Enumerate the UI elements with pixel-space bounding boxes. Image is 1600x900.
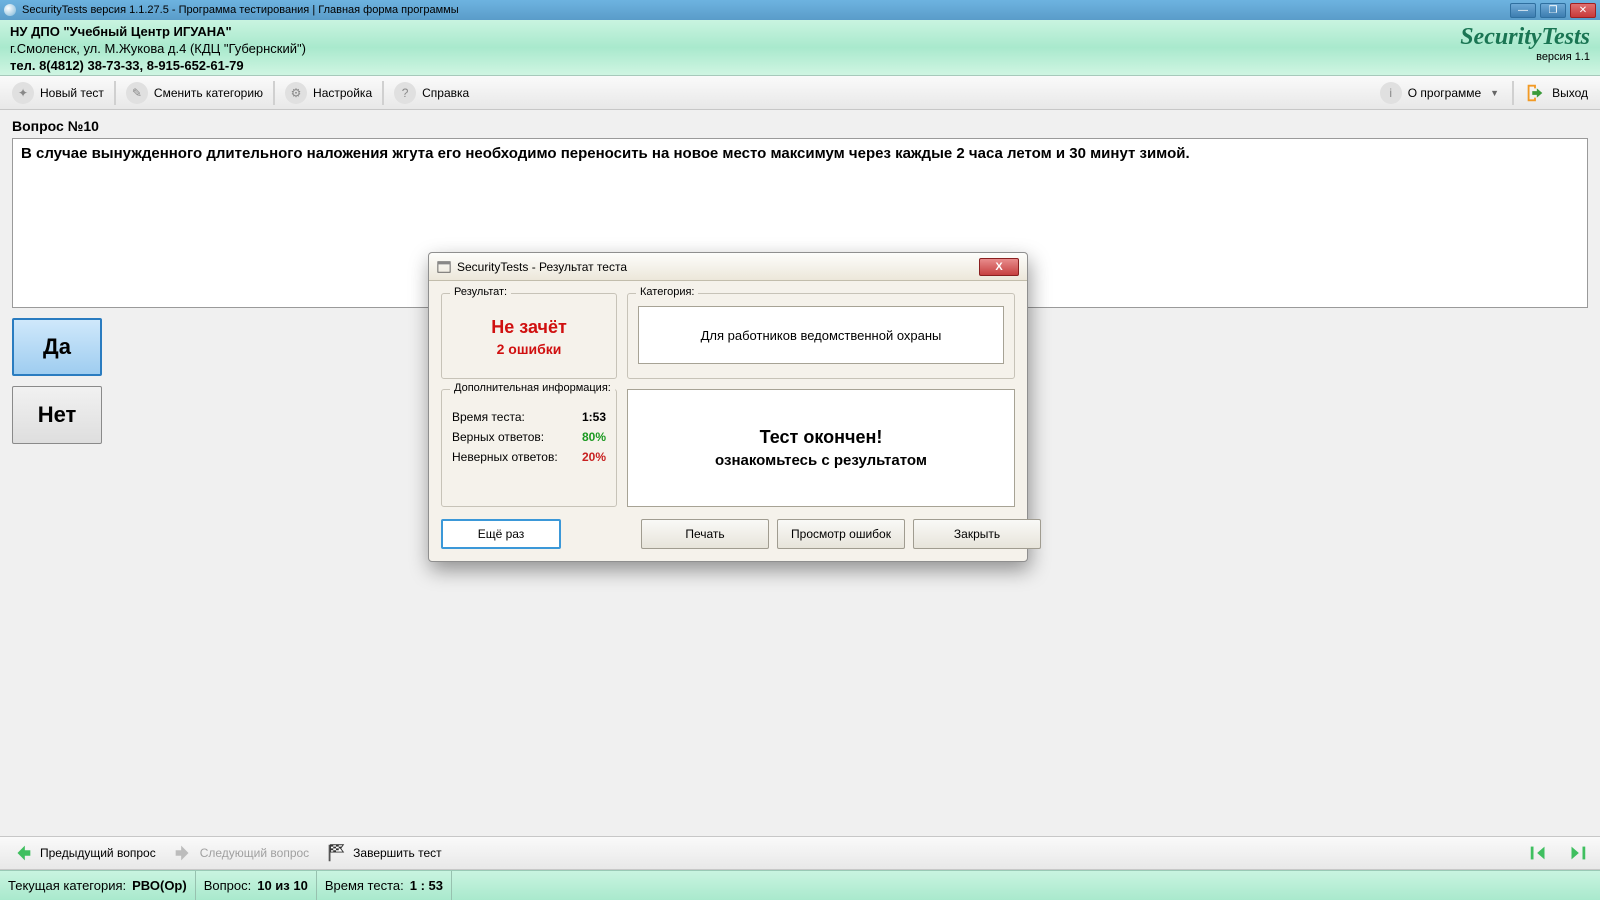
finish-test-button[interactable]: Завершить тест bbox=[317, 839, 449, 867]
new-test-icon: ✦ bbox=[12, 82, 34, 104]
status-cat-value: РВО(Ор) bbox=[132, 878, 187, 893]
window-titlebar: SecurityTests версия 1.1.27.5 - Программ… bbox=[0, 0, 1600, 20]
org-name: НУ ДПО "Учебный Центр ИГУАНА" bbox=[10, 24, 306, 41]
dialog-title: SecurityTests - Результат теста bbox=[457, 260, 627, 274]
status-cat-label: Текущая категория: bbox=[8, 878, 126, 893]
close-button[interactable]: ✕ bbox=[1570, 3, 1596, 18]
nav-toolbar: Предыдущий вопрос Следующий вопрос Завер… bbox=[0, 836, 1600, 870]
app-logo: SecurityTests bbox=[1460, 24, 1590, 51]
info-group: Дополнительная информация: Время теста: … bbox=[441, 389, 617, 507]
finished-subtitle: ознакомьтесь с результатом bbox=[715, 452, 927, 469]
category-value: Для работников ведомственной охраны bbox=[638, 306, 1004, 364]
exit-button[interactable]: Выход bbox=[1516, 79, 1596, 107]
maximize-button[interactable]: ❐ bbox=[1540, 3, 1566, 18]
wrong-label: Неверных ответов: bbox=[452, 450, 558, 464]
first-button[interactable] bbox=[1520, 839, 1558, 867]
category-legend: Категория: bbox=[636, 286, 698, 298]
arrow-right-icon bbox=[172, 842, 194, 864]
correct-label: Верных ответов: bbox=[452, 430, 544, 444]
main-toolbar: ✦ Новый тест ✎ Сменить категорию ⚙ Настр… bbox=[0, 76, 1600, 110]
finished-title: Тест окончен! bbox=[760, 427, 883, 448]
change-category-button[interactable]: ✎ Сменить категорию bbox=[118, 79, 271, 107]
help-label: Справка bbox=[422, 86, 469, 100]
last-icon bbox=[1566, 842, 1588, 864]
info-legend: Дополнительная информация: bbox=[450, 382, 615, 394]
exit-label: Выход bbox=[1552, 86, 1588, 100]
answer-yes-label: Да bbox=[43, 334, 71, 360]
correct-value: 80% bbox=[582, 430, 606, 444]
print-button[interactable]: Печать bbox=[641, 519, 769, 549]
dialog-close-button[interactable]: X bbox=[979, 258, 1019, 276]
dialog-icon bbox=[437, 260, 451, 274]
pencil-icon: ✎ bbox=[126, 82, 148, 104]
result-group: Результат: Не зачёт 2 ошибки bbox=[441, 293, 617, 379]
finish-label: Завершить тест bbox=[353, 846, 441, 860]
prev-question-button[interactable]: Предыдущий вопрос bbox=[4, 839, 164, 867]
time-value: 1:53 bbox=[582, 410, 606, 424]
dropdown-icon: ▼ bbox=[1487, 88, 1502, 98]
error-count: 2 ошибки bbox=[497, 341, 562, 357]
next-question-button[interactable]: Следующий вопрос bbox=[164, 839, 317, 867]
time-label: Время теста: bbox=[452, 410, 525, 424]
answer-no-label: Нет bbox=[38, 402, 77, 428]
status-q-label: Вопрос: bbox=[204, 878, 252, 893]
verdict-text: Не зачёт bbox=[491, 317, 567, 338]
minimize-button[interactable]: — bbox=[1510, 3, 1536, 18]
settings-label: Настройка bbox=[313, 86, 372, 100]
help-button[interactable]: ? Справка bbox=[386, 79, 477, 107]
org-address: г.Смоленск, ул. М.Жукова д.4 (КДЦ "Губер… bbox=[10, 41, 306, 58]
new-test-button[interactable]: ✦ Новый тест bbox=[4, 79, 112, 107]
finish-panel: Тест окончен! ознакомьтесь с результатом bbox=[627, 389, 1015, 507]
status-time-label: Время теста: bbox=[325, 878, 404, 893]
exit-icon bbox=[1524, 82, 1546, 104]
wrong-value: 20% bbox=[582, 450, 606, 464]
gear-icon: ⚙ bbox=[285, 82, 307, 104]
result-dialog: SecurityTests - Результат теста X Резуль… bbox=[428, 252, 1028, 562]
settings-button[interactable]: ⚙ Настройка bbox=[277, 79, 380, 107]
close-dialog-button[interactable]: Закрыть bbox=[913, 519, 1041, 549]
first-icon bbox=[1528, 842, 1550, 864]
org-phone: тел. 8(4812) 38-73-33, 8-915-652-61-79 bbox=[10, 58, 306, 75]
new-test-label: Новый тест bbox=[40, 86, 104, 100]
answer-yes-button[interactable]: Да bbox=[12, 318, 102, 376]
flag-icon bbox=[325, 842, 347, 864]
last-button[interactable] bbox=[1558, 839, 1596, 867]
about-label: О программе bbox=[1408, 86, 1481, 100]
status-q-value: 10 из 10 bbox=[257, 878, 308, 893]
info-icon: i bbox=[1380, 82, 1402, 104]
view-errors-button[interactable]: Просмотр ошибок bbox=[777, 519, 905, 549]
org-header: НУ ДПО "Учебный Центр ИГУАНА" г.Смоленск… bbox=[0, 20, 1600, 76]
dialog-titlebar: SecurityTests - Результат теста X bbox=[429, 253, 1027, 281]
arrow-left-icon bbox=[12, 842, 34, 864]
app-icon bbox=[4, 4, 16, 16]
answer-no-button[interactable]: Нет bbox=[12, 386, 102, 444]
result-legend: Результат: bbox=[450, 286, 511, 298]
help-icon: ? bbox=[394, 82, 416, 104]
window-title: SecurityTests версия 1.1.27.5 - Программ… bbox=[22, 4, 459, 16]
status-bar: Текущая категория: РВО(Ор) Вопрос: 10 из… bbox=[0, 870, 1600, 900]
app-version: версия 1.1 bbox=[1460, 51, 1590, 63]
status-time-value: 1 : 53 bbox=[410, 878, 443, 893]
about-button[interactable]: i О программе ▼ bbox=[1372, 79, 1510, 107]
again-button[interactable]: Ещё раз bbox=[441, 519, 561, 549]
prev-label: Предыдущий вопрос bbox=[40, 846, 156, 860]
next-label: Следующий вопрос bbox=[200, 846, 309, 860]
category-group: Категория: Для работников ведомственной … bbox=[627, 293, 1015, 379]
question-number: Вопрос №10 bbox=[12, 118, 1588, 134]
change-category-label: Сменить категорию bbox=[154, 86, 263, 100]
